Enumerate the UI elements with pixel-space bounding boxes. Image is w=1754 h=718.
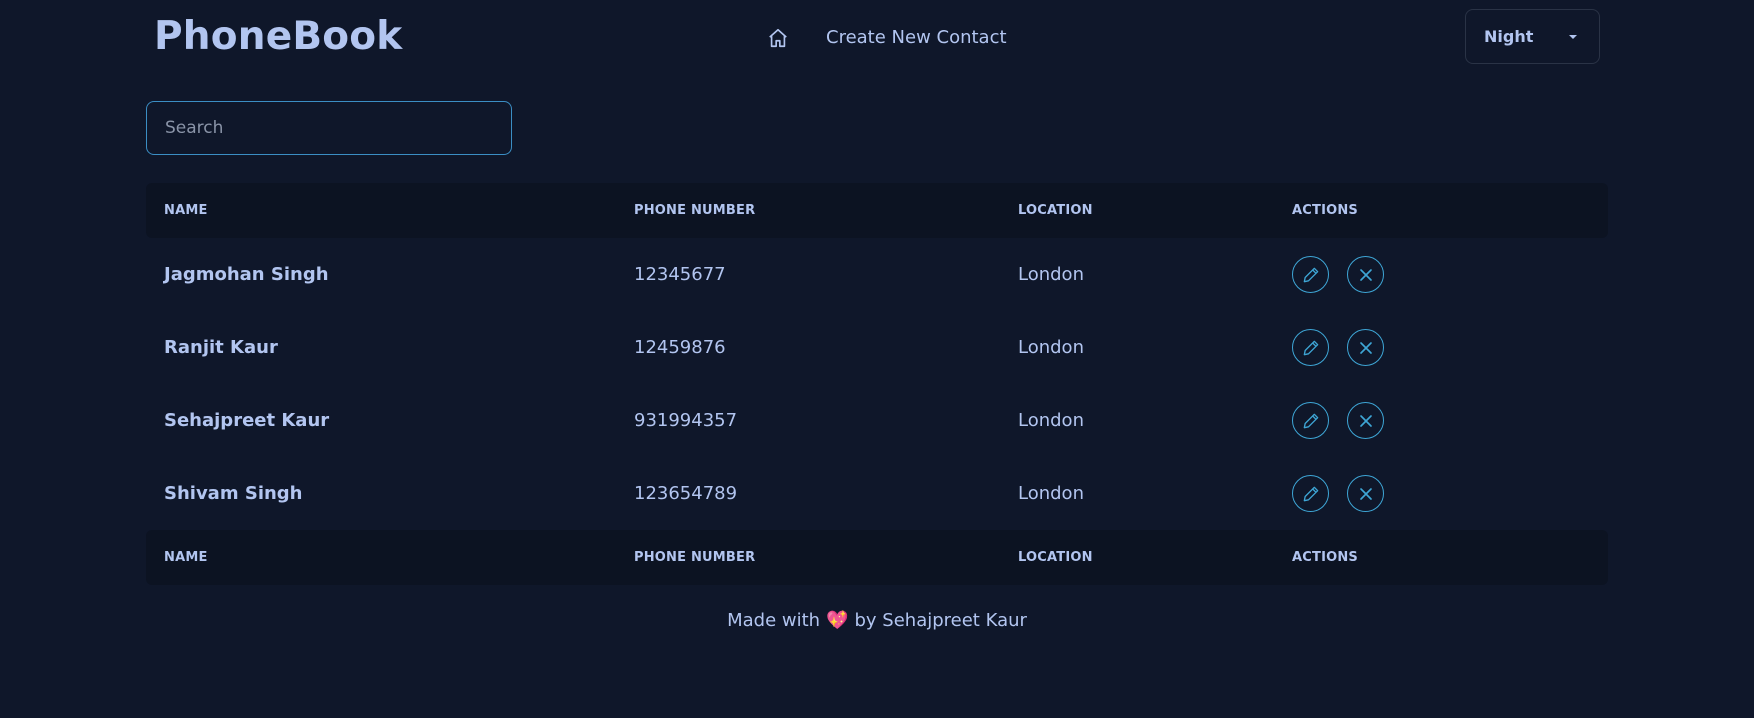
row-actions bbox=[1292, 256, 1384, 293]
contacts-table: NAME PHONE NUMBER LOCATION ACTIONS Jagmo… bbox=[146, 183, 1608, 585]
pencil-icon bbox=[1303, 267, 1318, 282]
delete-button[interactable] bbox=[1347, 329, 1384, 366]
theme-select[interactable]: Night bbox=[1465, 9, 1600, 64]
page: PhoneBook Create New Contact Night NAME … bbox=[0, 0, 1754, 718]
contact-name: Sehajpreet Kaur bbox=[164, 410, 330, 431]
heart-icon: 💖 bbox=[826, 610, 849, 631]
delete-button[interactable] bbox=[1347, 256, 1384, 293]
close-icon bbox=[1359, 341, 1372, 354]
column-footer-location: LOCATION bbox=[1018, 550, 1093, 565]
edit-button[interactable] bbox=[1292, 329, 1329, 366]
contact-phone: 12459876 bbox=[634, 337, 726, 358]
contact-phone: 123654789 bbox=[634, 483, 738, 504]
edit-button[interactable] bbox=[1292, 475, 1329, 512]
top-nav: Create New Contact bbox=[766, 24, 1007, 52]
close-icon bbox=[1359, 487, 1372, 500]
search-input[interactable] bbox=[146, 101, 512, 155]
table-row: Sehajpreet Kaur 931994357 London bbox=[146, 384, 1608, 457]
column-footer-name: NAME bbox=[164, 550, 208, 565]
page-footer: Made with 💖 by Sehajpreet Kaur bbox=[0, 610, 1754, 631]
contact-location: London bbox=[1018, 264, 1084, 285]
contact-location: London bbox=[1018, 483, 1084, 504]
pencil-icon bbox=[1303, 413, 1318, 428]
create-contact-link[interactable]: Create New Contact bbox=[826, 24, 1007, 52]
table-row: Jagmohan Singh 12345677 London bbox=[146, 238, 1608, 311]
contact-name: Shivam Singh bbox=[164, 483, 303, 504]
column-footer-actions: ACTIONS bbox=[1292, 550, 1359, 565]
column-header-phone[interactable]: PHONE NUMBER bbox=[634, 203, 755, 218]
column-footer-phone: PHONE NUMBER bbox=[634, 550, 756, 565]
contact-name: Ranjit Kaur bbox=[164, 337, 278, 358]
footer-prefix: Made with bbox=[727, 610, 821, 631]
contact-phone: 931994357 bbox=[634, 410, 738, 431]
chevron-down-icon bbox=[1569, 35, 1577, 39]
table-footer: NAME PHONE NUMBER LOCATION ACTIONS bbox=[146, 530, 1608, 585]
row-actions bbox=[1292, 402, 1384, 439]
brand-logo[interactable]: PhoneBook bbox=[154, 14, 402, 59]
pencil-icon bbox=[1303, 340, 1318, 355]
row-actions bbox=[1292, 329, 1384, 366]
contact-location: London bbox=[1018, 410, 1084, 431]
contact-phone: 12345677 bbox=[634, 264, 726, 285]
table-row: Ranjit Kaur 12459876 London bbox=[146, 311, 1608, 384]
delete-button[interactable] bbox=[1347, 475, 1384, 512]
edit-button[interactable] bbox=[1292, 402, 1329, 439]
pencil-icon bbox=[1303, 486, 1318, 501]
table-header: NAME PHONE NUMBER LOCATION ACTIONS bbox=[146, 183, 1608, 238]
column-header-location[interactable]: LOCATION bbox=[1018, 203, 1093, 218]
theme-select-value: Night bbox=[1484, 27, 1534, 46]
home-icon[interactable] bbox=[766, 24, 790, 52]
column-header-actions: ACTIONS bbox=[1292, 203, 1359, 218]
contact-name: Jagmohan Singh bbox=[164, 264, 329, 285]
delete-button[interactable] bbox=[1347, 402, 1384, 439]
column-header-name[interactable]: NAME bbox=[164, 203, 208, 218]
edit-button[interactable] bbox=[1292, 256, 1329, 293]
close-icon bbox=[1359, 268, 1372, 281]
table-row: Shivam Singh 123654789 London bbox=[146, 457, 1608, 530]
footer-author: by Sehajpreet Kaur bbox=[854, 610, 1027, 631]
close-icon bbox=[1359, 414, 1372, 427]
contact-location: London bbox=[1018, 337, 1084, 358]
row-actions bbox=[1292, 475, 1384, 512]
